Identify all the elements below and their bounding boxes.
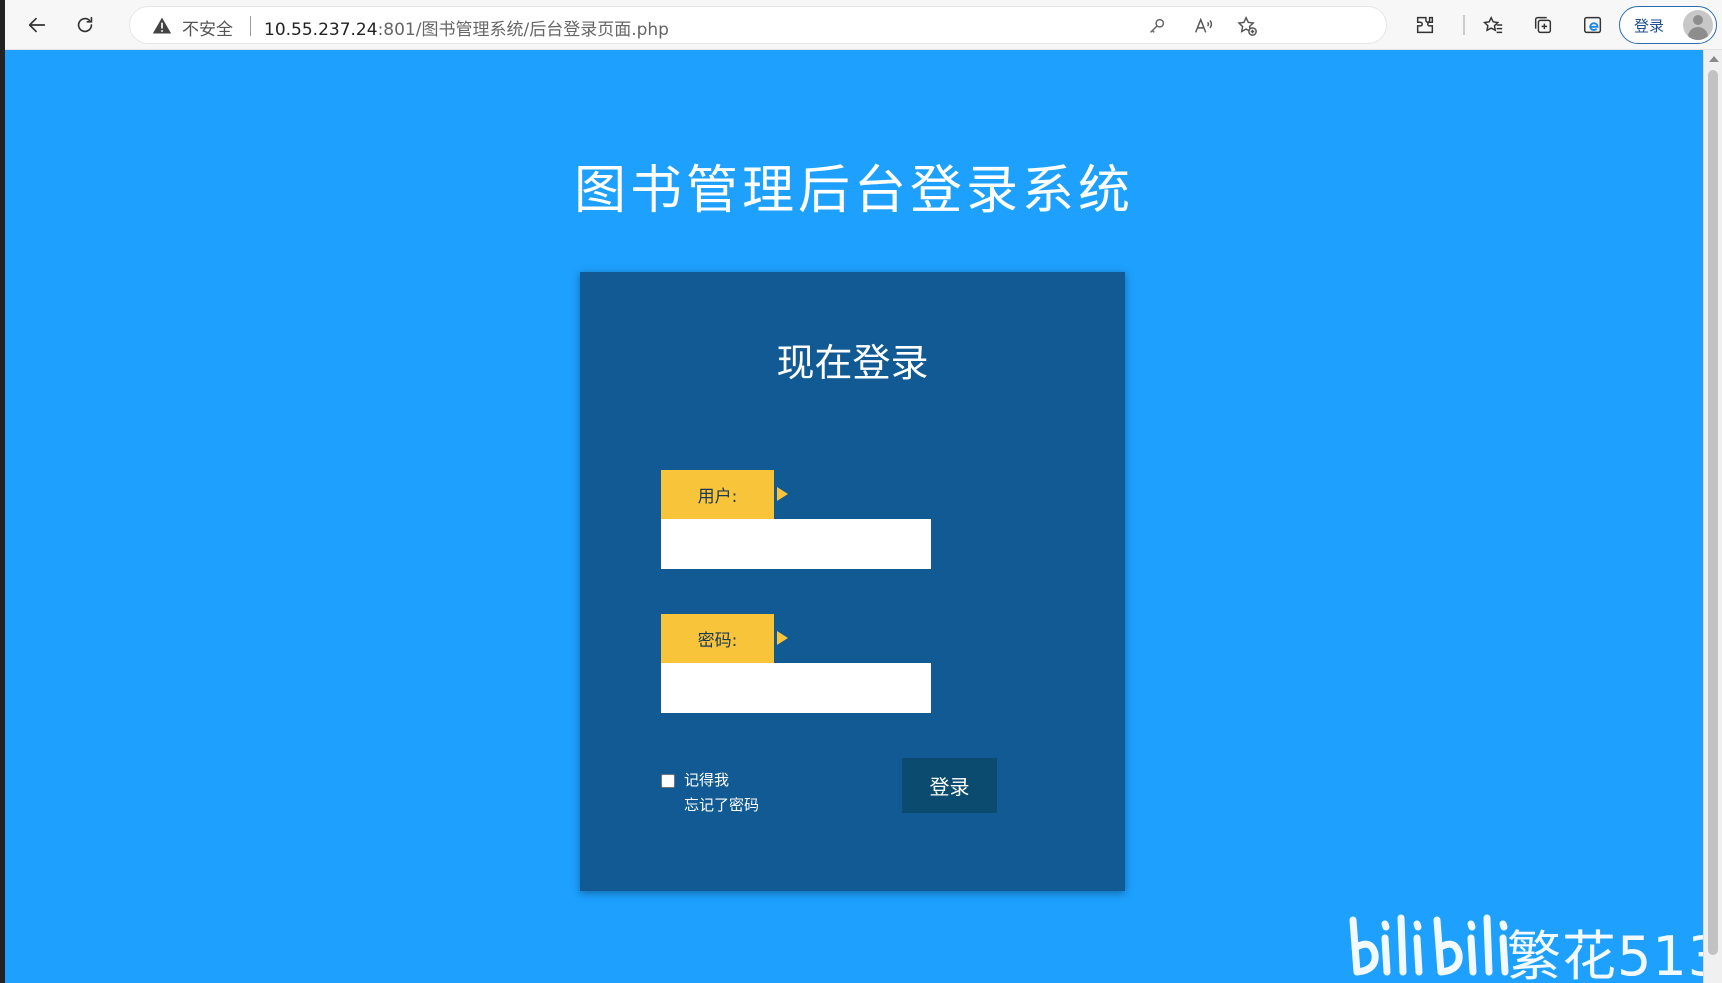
extensions-icon [1416,16,1434,34]
page-content: 图书管理后台登录系统 现在登录 用户: 密码: 记得我 忘记了密码 登录 繁花5… [5,50,1703,983]
profile-login-button[interactable]: 登录 [1619,6,1717,44]
vertical-scrollbar[interactable] [1703,50,1722,983]
username-input[interactable] [661,519,931,569]
url-text[interactable]: 10.55.237.24:801/图书管理系统/后台登录页面.php [264,15,669,40]
remember-checkbox[interactable] [661,774,675,788]
password-label: 密码: [661,614,788,663]
ie-mode-button[interactable] [1575,7,1611,43]
scroll-up-arrow-icon[interactable] [1709,56,1719,62]
password-input[interactable] [661,663,931,713]
extensions-button[interactable] [1407,7,1443,43]
login-submit-button[interactable]: 登录 [902,758,997,813]
favorites-icon [1482,15,1503,34]
back-button[interactable] [19,7,55,43]
add-favorite-icon[interactable] [1236,15,1258,37]
login-card: 现在登录 用户: 密码: 记得我 忘记了密码 登录 [580,272,1125,891]
refresh-icon [77,16,93,33]
address-separator [250,16,251,36]
read-aloud-icon[interactable] [1192,15,1214,37]
key-icon[interactable] [1146,15,1168,37]
browser-window: 不安全 10.55.237.24:801/图书管理系统/后台登录页面.php 登… [5,0,1722,983]
bilibili-logo-icon [1349,914,1509,976]
warning-icon[interactable] [152,16,172,36]
login-card-title: 现在登录 [776,341,929,385]
favorites-button[interactable] [1475,7,1511,43]
url-path: :801/图书管理系统/后台登录页面.php [377,20,669,40]
collections-button[interactable] [1525,7,1561,43]
browser-toolbar: 不安全 10.55.237.24:801/图书管理系统/后台登录页面.php 登… [5,0,1722,50]
watermark-text: 繁花5138 [1507,925,1703,983]
security-status[interactable]: 不安全 [182,15,233,40]
ie-mode-icon [1584,16,1602,34]
toolbar-divider [1463,15,1465,35]
forgot-password-link[interactable]: 忘记了密码 [684,794,759,815]
address-bar[interactable]: 不安全 10.55.237.24:801/图书管理系统/后台登录页面.php [129,6,1387,44]
watermark: 繁花5138 [1345,908,1703,983]
remember-label[interactable]: 记得我 [684,769,729,790]
scroll-thumb[interactable] [1708,70,1718,955]
avatar [1683,10,1713,40]
profile-login-label: 登录 [1634,17,1665,35]
page-title: 图书管理后台登录系统 [573,161,1134,221]
url-host: 10.55.237.24 [264,20,378,40]
collections-icon [1534,16,1552,34]
refresh-button[interactable] [67,7,103,43]
username-label: 用户: [661,470,788,519]
back-icon [28,17,46,33]
